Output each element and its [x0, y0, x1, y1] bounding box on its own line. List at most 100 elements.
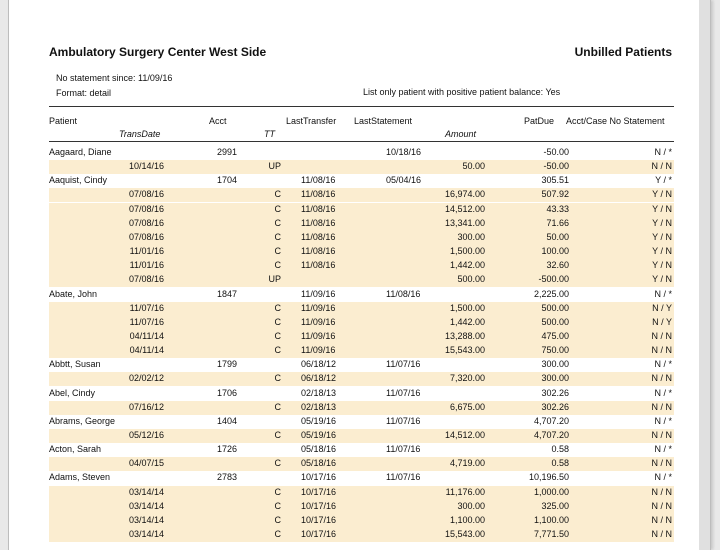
tt-cell: C [274, 486, 282, 497]
lasttransfer-cell: 11/08/16 [301, 175, 336, 186]
header-top-rule [49, 106, 674, 107]
patdue-cell: 305.51 [541, 175, 569, 186]
lasttransfer-cell: 05/19/16 [301, 430, 337, 440]
page-edge-shadow [699, 0, 710, 550]
transdate-cell: 11/07/16 [129, 316, 164, 327]
transdate-cell: 05/12/16 [128, 430, 164, 440]
patient-name-cell: Abel, Cindy [49, 387, 96, 398]
patdue-cell: 1,000.00 [533, 486, 569, 497]
col-header-lasttransfer: LastTransfer [286, 116, 337, 126]
tt-cell: C [274, 260, 282, 271]
transdate-cell: 04/11/14 [129, 330, 164, 341]
patient-row: Acton, Sarah 1726 05/18/16 11/07/16 0.58 N / … [49, 443, 674, 457]
transdate-cell: 03/14/14 [128, 514, 164, 525]
patdue-cell: 500.00 [541, 302, 569, 313]
patdue-cell: -50.00 [543, 161, 569, 172]
transaction-row: 07/08/16 C 11/08/16 14,512.00 43.33 Y / N [49, 202, 674, 217]
lasttransfer-cell: 10/17/16 [301, 514, 337, 525]
flags-cell: N / N [651, 430, 672, 440]
transaction-row: 03/14/14 C 10/17/16 11,176.00 1,000.00 N / N [49, 485, 674, 500]
patdue-cell: 750.00 [541, 345, 569, 356]
amount-cell: 14,512.00 [444, 430, 485, 440]
lasttransfer-cell: 05/18/16 [301, 458, 337, 469]
transdate-cell: 03/14/14 [128, 486, 164, 497]
tt-cell: C [274, 203, 282, 214]
amount-cell: 11,176.00 [445, 486, 485, 497]
tt-cell: UP [268, 274, 281, 285]
flags-cell: N / N [651, 373, 672, 384]
acct-cell: 1726 [217, 444, 238, 455]
amount-cell: 15,543.00 [444, 345, 485, 356]
flags-cell: N / Y [652, 316, 672, 327]
lasttransfer-cell: 11/09/16 [301, 330, 336, 341]
flags-cell: Y / N [652, 203, 672, 214]
col-header-amount: Amount [445, 129, 477, 139]
patient-name-cell: Abate, John [49, 288, 98, 299]
flags-cell: N / N [651, 529, 672, 540]
header-bottom-rule [49, 141, 674, 142]
patdue-cell: 100.00 [541, 246, 569, 257]
transdate-cell: 04/11/14 [129, 345, 164, 356]
flags-cell: N / N [651, 330, 672, 341]
transdate-cell: 07/08/16 [128, 203, 164, 214]
tt-cell: C [274, 514, 282, 525]
report-page: Ambulatory Surgery Center West Side Unbi… [8, 0, 711, 550]
patdue-cell: 507.92 [541, 189, 569, 200]
transdate-cell: 07/08/16 [128, 189, 164, 200]
report-title: Ambulatory Surgery Center West Side [49, 45, 267, 59]
flags-cell: N / * [654, 359, 672, 370]
transdate-cell: 07/16/12 [128, 401, 164, 412]
flags-cell: N / * [654, 472, 672, 483]
patient-row: Abate, John 1847 11/09/16 11/08/16 2,225.00 N… [49, 288, 674, 302]
laststatement-cell: 11/07/16 [386, 472, 421, 483]
transdate-cell: 11/01/16 [129, 246, 164, 257]
amount-cell: 13,288.00 [444, 330, 485, 341]
patdue-cell: 4,707.20 [533, 415, 569, 426]
lasttransfer-cell: 10/17/16 [301, 500, 337, 511]
transaction-row: 07/08/16 UP 500.00 -500.00 Y / N [49, 273, 674, 288]
patdue-cell: 0.58 [551, 458, 569, 469]
tt-cell: C [274, 189, 282, 200]
flags-cell: Y / N [652, 217, 672, 228]
acct-cell: 1706 [217, 387, 238, 398]
tt-cell: C [274, 231, 282, 242]
amount-cell: 6,675.00 [449, 401, 485, 412]
transaction-row: 11/01/16 C 11/08/16 1,500.00 100.00 Y / N [49, 245, 674, 260]
no-statement-since: No statement since: 11/09/16 [56, 73, 173, 83]
amount-cell: 4,719.00 [449, 458, 485, 469]
flags-cell: Y / * [655, 175, 672, 186]
lasttransfer-cell: 10/17/16 [301, 486, 337, 497]
patient-name-cell: Acton, Sarah [49, 444, 102, 455]
transaction-row: 03/14/14 C 10/17/16 15,543.00 7,771.50 N / N [49, 528, 674, 543]
transaction-row: 11/01/16 C 11/08/16 1,442.00 32.60 Y / N [49, 259, 674, 274]
transdate-cell: 11/01/16 [129, 260, 164, 271]
amount-cell: 1,442.00 [449, 260, 485, 271]
patdue-cell: 2,225.00 [533, 288, 569, 299]
lasttransfer-cell: 06/18/12 [301, 373, 337, 384]
laststatement-cell: 05/04/16 [386, 175, 422, 186]
acct-cell: 1404 [217, 415, 238, 426]
patient-name-cell: Aagaard, Diane [49, 147, 112, 157]
flags-cell: Y / N [652, 189, 672, 200]
tt-cell: C [274, 302, 282, 313]
tt-cell: C [274, 430, 282, 440]
transdate-cell: 07/08/16 [128, 217, 164, 228]
tt-cell: C [274, 246, 282, 257]
acct-cell: 1704 [217, 175, 238, 186]
flags-cell: N / N [651, 500, 672, 511]
patient-name-cell: Aaquist, Cindy [49, 175, 108, 186]
amount-cell: 1,442.00 [449, 316, 485, 327]
transaction-row: 11/07/16 C 11/09/16 1,442.00 500.00 N / Y [49, 315, 674, 330]
laststatement-cell: 11/07/16 [386, 387, 421, 398]
flags-cell: N / N [651, 458, 672, 469]
transaction-row: 07/08/16 C 11/08/16 13,341.00 71.66 Y / N [49, 216, 674, 231]
amount-cell: 50.00 [462, 161, 485, 172]
transdate-cell: 07/08/16 [128, 274, 164, 285]
transaction-row: 03/14/14 C 10/17/16 300.00 325.00 N / N [49, 499, 674, 514]
transaction-row: 10/14/16 UP 50.00 -50.00 N / N [49, 160, 674, 175]
amount-cell: 13,341.00 [444, 217, 485, 228]
laststatement-cell: 11/08/16 [386, 288, 421, 299]
transaction-row: 05/12/16 C 05/19/16 14,512.00 4,707.20 N / N [49, 429, 674, 443]
transdate-cell: 03/14/14 [128, 529, 164, 540]
lasttransfer-cell: 05/19/16 [301, 415, 337, 426]
